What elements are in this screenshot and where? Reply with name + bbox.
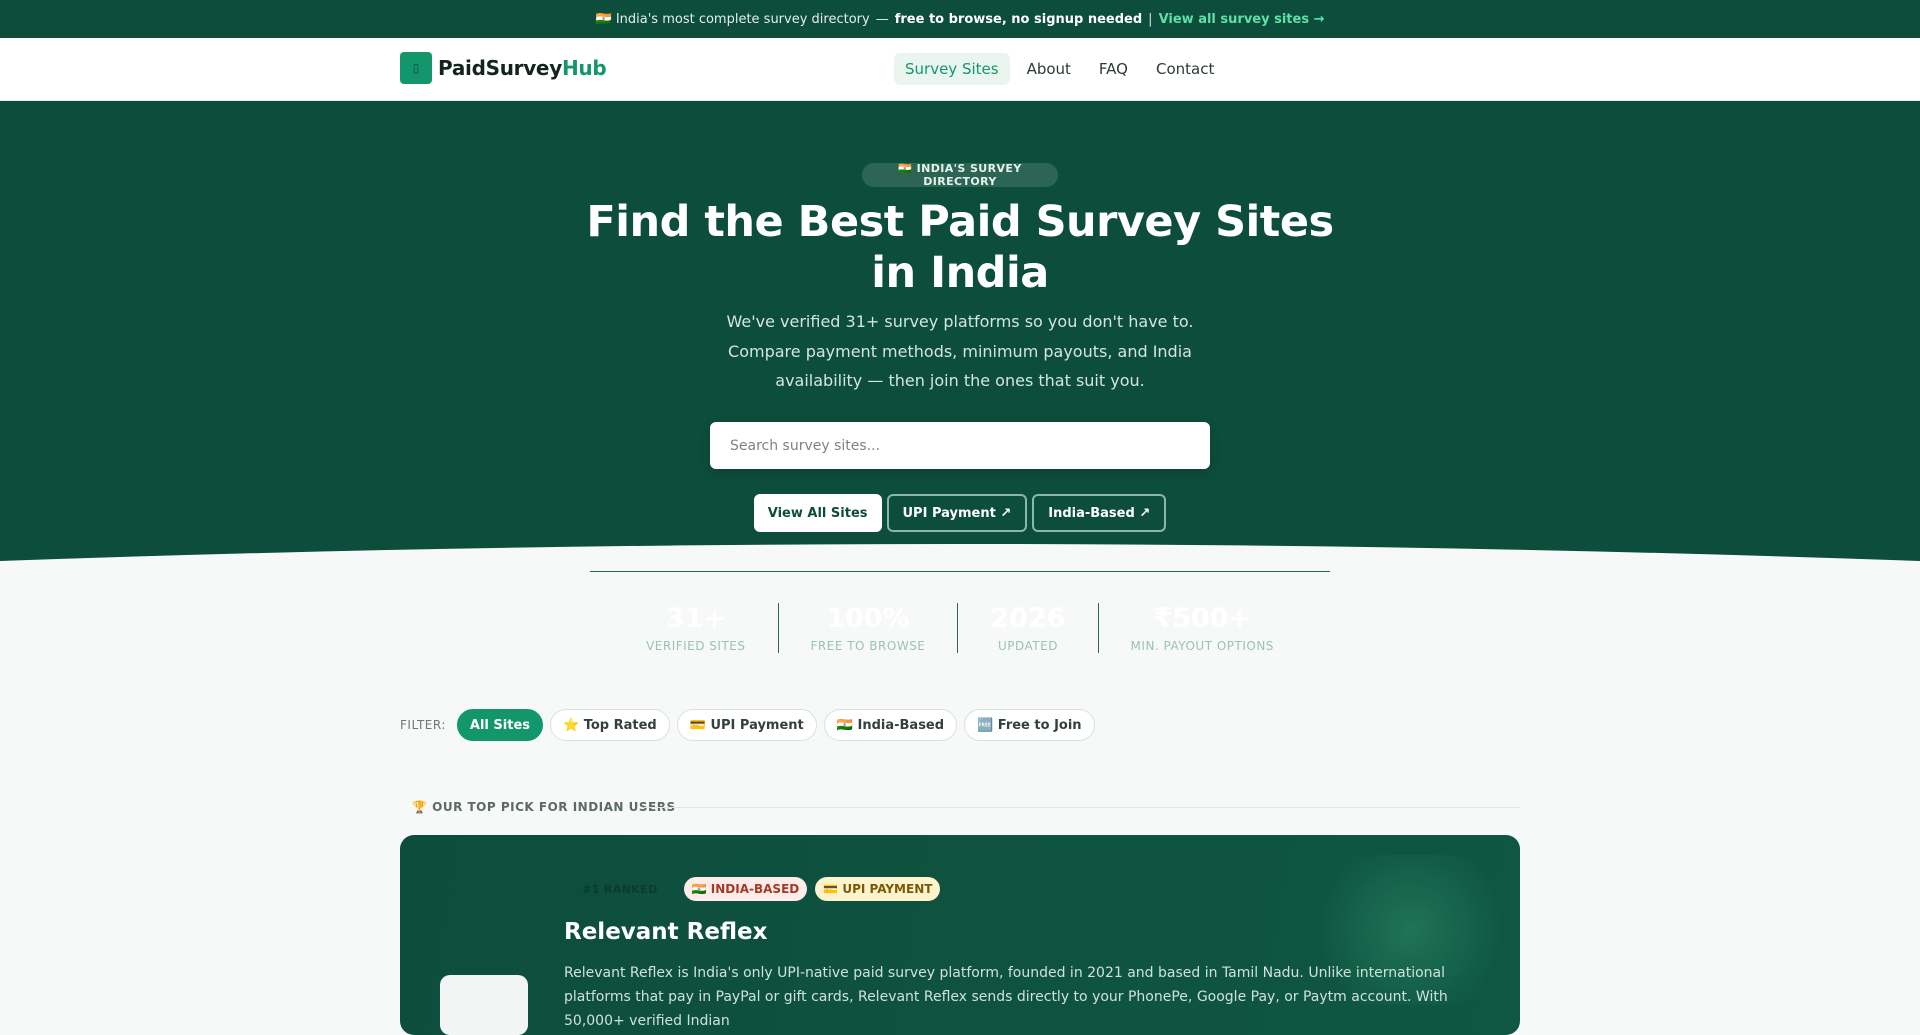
featured-site-card[interactable]: #1 RANKED 🇮🇳 INDIA-BASED 💳 UPI PAYMENT R…	[400, 835, 1520, 1035]
stat-label: MIN. PAYOUT OPTIONS	[1130, 639, 1274, 653]
announcement-text: 🇮🇳 India's most complete survey director…	[595, 11, 870, 27]
hero-stats: 31+ VERIFIED SITES 100% FREE TO BROWSE 2…	[0, 603, 1920, 653]
stat-updated: 2026 UPDATED	[957, 603, 1097, 653]
top-pick-heading-text: 🏆 OUR TOP PICK FOR INDIAN USERS	[412, 800, 676, 814]
stat-min-payout: ₹500+ MIN. PAYOUT OPTIONS	[1097, 603, 1306, 653]
upi-payment-button[interactable]: UPI Payment ↗	[886, 494, 1028, 532]
ranked-badge: #1 RANKED	[582, 882, 658, 896]
nav-survey-sites[interactable]: Survey Sites	[894, 53, 1010, 85]
stat-label: FREE TO BROWSE	[810, 639, 926, 653]
announcement-highlight: free to browse, no signup needed	[894, 11, 1143, 27]
filter-free-to-join[interactable]: 🆓 Free to Join	[964, 709, 1095, 741]
site-logo[interactable]: ▯ PaidSurveyHub	[400, 52, 607, 84]
top-pick-heading: 🏆 OUR TOP PICK FOR INDIAN USERS	[412, 800, 676, 814]
filter-upi-payment[interactable]: 💳 UPI Payment	[676, 709, 817, 741]
announcement-separator: |	[1148, 11, 1153, 27]
stat-label: UPDATED	[997, 639, 1058, 653]
hero-wave-divider	[0, 544, 1920, 561]
search-input[interactable]	[710, 422, 1210, 469]
filter-top-rated[interactable]: ⭐ Top Rated	[550, 709, 670, 741]
stat-value: 31+	[665, 603, 726, 634]
hero-section: 🇮🇳 INDIA'S SURVEY DIRECTORY Find the Bes…	[0, 101, 1920, 653]
hero-divider	[590, 571, 1330, 572]
hero-title: Find the Best Paid Survey Sites in India	[586, 197, 1334, 298]
hero-subtitle: We've verified 31+ survey platforms so y…	[726, 312, 1194, 390]
logo-accent: Hub	[561, 56, 607, 80]
nav-contact[interactable]: Contact	[1145, 53, 1225, 85]
filter-all-sites[interactable]: All Sites	[456, 709, 543, 741]
hero-badge: 🇮🇳 INDIA'S SURVEY DIRECTORY	[862, 162, 1058, 188]
nav-faq[interactable]: FAQ	[1088, 53, 1139, 85]
site-title[interactable]: Relevant Reflex	[564, 919, 767, 945]
india-based-tag: 🇮🇳 INDIA-BASED	[683, 877, 808, 901]
filter-bar: FILTER: All Sites ⭐ Top Rated 💳 UPI Paym…	[400, 709, 1095, 741]
section-divider	[644, 807, 1520, 808]
main-nav: Survey Sites About FAQ Contact	[894, 53, 1225, 85]
announcement-bar: 🇮🇳 India's most complete survey director…	[0, 0, 1920, 38]
stat-label: VERIFIED SITES	[646, 639, 746, 653]
announcement-dash: —	[875, 11, 889, 27]
hero-cta-row: View All Sites UPI Payment ↗ India-Based…	[0, 494, 1920, 532]
upi-payment-tag: 💳 UPI PAYMENT	[815, 877, 941, 901]
stat-verified-sites: 31+ VERIFIED SITES	[614, 603, 777, 653]
site-description: Relevant Reflex is India's only UPI-nati…	[564, 965, 1448, 1029]
view-all-sites-button[interactable]: View All Sites	[753, 494, 882, 532]
stat-value: ₹500+	[1153, 603, 1252, 634]
checklist-icon: ▯	[400, 52, 432, 84]
site-header: ▯ PaidSurveyHub Survey Sites About FAQ C…	[0, 38, 1920, 101]
stat-free-to-browse: 100% FREE TO BROWSE	[777, 603, 958, 653]
filter-label: FILTER:	[400, 718, 446, 732]
india-based-button[interactable]: India-Based ↗	[1032, 494, 1167, 532]
view-all-sites-link[interactable]: View all survey sites →	[1159, 12, 1325, 27]
logo-main: PaidSurvey	[438, 56, 562, 80]
nav-about[interactable]: About	[1016, 53, 1082, 85]
site-logo-thumbnail	[440, 975, 528, 1035]
filter-india-based[interactable]: 🇮🇳 India-Based	[823, 709, 958, 741]
card-tags: #1 RANKED 🇮🇳 INDIA-BASED 💳 UPI PAYMENT	[564, 877, 941, 901]
stat-value: 100%	[826, 603, 910, 634]
stat-value: 2026	[990, 603, 1066, 634]
logo-wordmark: PaidSurveyHub	[438, 56, 607, 80]
